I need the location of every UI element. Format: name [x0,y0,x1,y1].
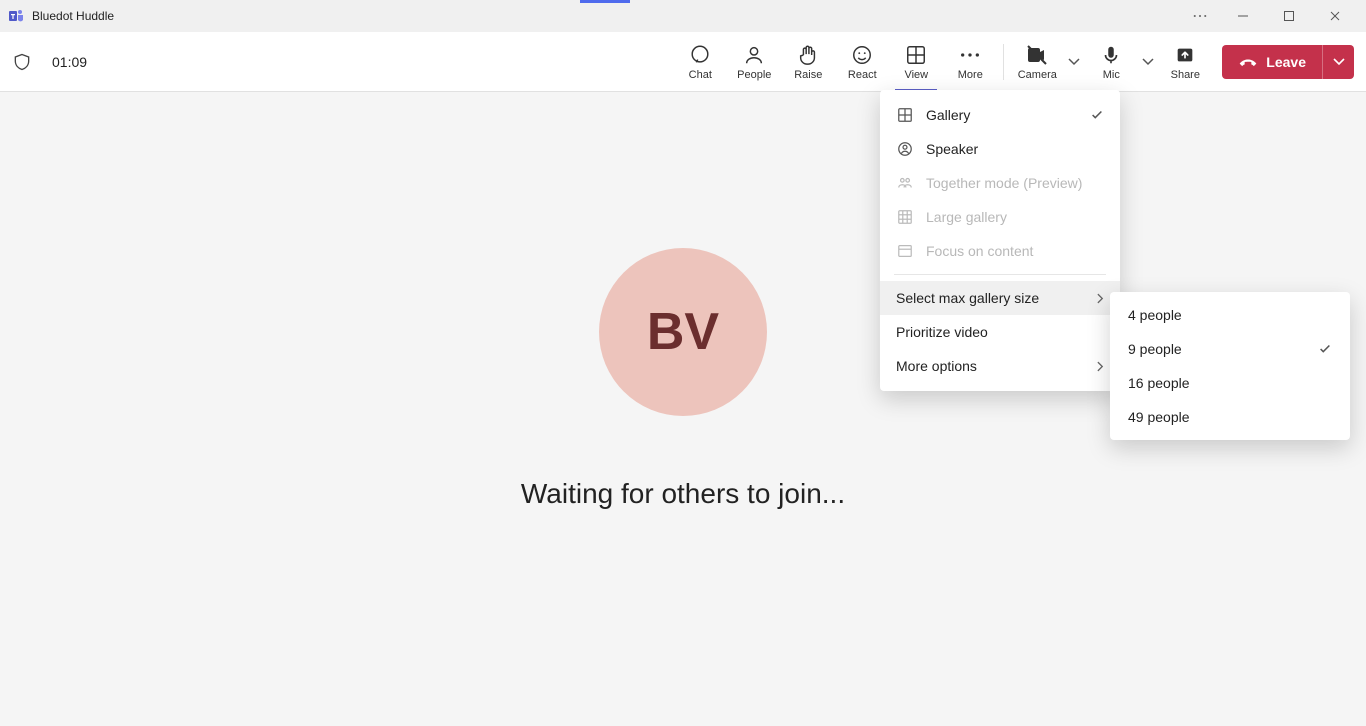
minimize-button[interactable] [1220,0,1266,32]
view-button[interactable]: View [889,33,943,91]
shield-icon[interactable] [12,52,32,72]
window-title: Bluedot Huddle [32,9,114,23]
leave-label: Leave [1266,54,1306,70]
toolbar-separator [1003,44,1004,80]
gallery-size-9[interactable]: 9 people [1110,332,1350,366]
meeting-toolbar: 01:09 Chat People Raise React View More [0,32,1366,92]
leave-chevron[interactable] [1322,45,1354,79]
check-icon [1090,108,1104,122]
menu-together: Together mode (Preview) [880,166,1120,200]
menu-separator [894,274,1106,275]
share-button[interactable]: Share [1158,33,1212,91]
menu-focus-content: Focus on content [880,234,1120,268]
camera-chevron[interactable] [1064,33,1084,91]
participant-avatar: BV [599,248,767,416]
people-icon [743,43,765,67]
titlebar: Bluedot Huddle [0,0,1366,32]
gallery-size-4[interactable]: 4 people [1110,298,1350,332]
close-button[interactable] [1312,0,1358,32]
title-accent [580,0,630,3]
menu-gallery[interactable]: Gallery [880,98,1120,132]
chat-button[interactable]: Chat [673,33,727,91]
gallery-icon [896,107,914,123]
gallery-size-16[interactable]: 16 people [1110,366,1350,400]
waiting-message: Waiting for others to join... [521,478,845,510]
menu-select-gallery-size[interactable]: Select max gallery size [880,281,1120,315]
raise-hand-icon [797,43,819,67]
view-icon [905,43,927,67]
speaker-icon [896,141,914,157]
more-button[interactable]: More [943,33,997,91]
check-icon [1318,342,1332,356]
mic-icon [1100,43,1122,67]
together-icon [896,175,914,191]
mic-button[interactable]: Mic [1084,33,1138,91]
more-icon [959,43,981,67]
camera-button[interactable]: Camera [1010,33,1064,91]
chevron-right-icon [1097,361,1104,372]
gallery-size-submenu: 4 people 9 people 16 people 49 people [1110,292,1350,440]
people-button[interactable]: People [727,33,781,91]
menu-more-options[interactable]: More options [880,349,1120,383]
teams-icon [8,8,24,24]
maximize-button[interactable] [1266,0,1312,32]
chevron-right-icon [1097,293,1104,304]
menu-prioritize-video[interactable]: Prioritize video [880,315,1120,349]
view-menu: Gallery Speaker Together mode (Preview) … [880,90,1120,391]
meeting-timer: 01:09 [52,54,87,70]
raise-button[interactable]: Raise [781,33,835,91]
react-button[interactable]: React [835,33,889,91]
camera-off-icon [1025,43,1049,67]
focus-icon [896,243,914,259]
mic-chevron[interactable] [1138,33,1158,91]
chat-icon [689,43,711,67]
react-icon [851,43,873,67]
share-icon [1174,43,1196,67]
titlebar-more-button[interactable] [1180,14,1220,18]
gallery-size-49[interactable]: 49 people [1110,400,1350,434]
large-gallery-icon [896,209,914,225]
menu-large-gallery: Large gallery [880,200,1120,234]
menu-speaker[interactable]: Speaker [880,132,1120,166]
hangup-icon [1238,56,1258,68]
leave-button[interactable]: Leave [1222,45,1322,79]
